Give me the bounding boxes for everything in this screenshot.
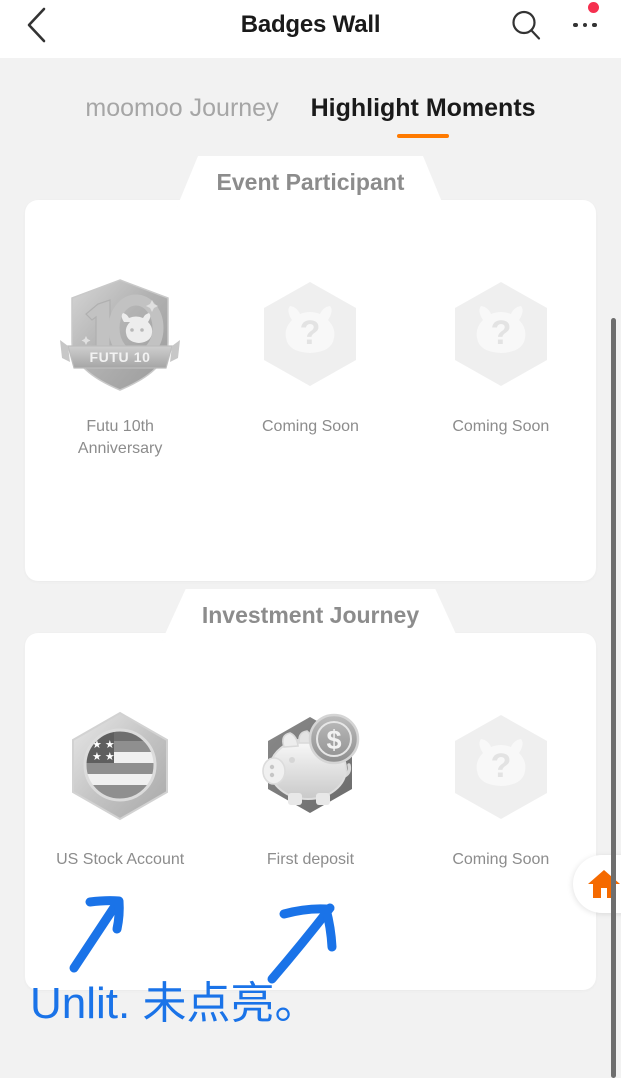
- badge-label: Coming Soon: [452, 418, 550, 435]
- badge-label: Futu 10th Anniversary: [77, 418, 163, 457]
- coming-soon-hexagon-badge-icon: ?: [246, 270, 374, 398]
- badge-item-coming-soon-2[interactable]: ? Coming Soon: [406, 270, 596, 460]
- piggy-bank-hexagon-badge-icon: $: [246, 703, 374, 831]
- badge-label: US Stock Account: [56, 851, 185, 868]
- active-tab-indicator: [397, 134, 450, 138]
- section-card-event-participant: Event Participant FUTU 10 Futu 10th Anni…: [25, 156, 596, 581]
- svg-text:$: $: [327, 725, 342, 755]
- tab-label: moomoo Journey: [85, 94, 279, 122]
- coming-soon-hexagon-badge-icon: ?: [437, 703, 565, 831]
- section-title-investment-journey: Investment Journey: [161, 589, 460, 641]
- futu-10th-shield-badge-icon: FUTU 10: [56, 270, 184, 398]
- badge-item-coming-soon-3[interactable]: ? Coming Soon: [406, 703, 596, 871]
- svg-text:?: ?: [300, 314, 321, 352]
- notification-dot: [588, 2, 599, 13]
- more-options-button[interactable]: [557, 0, 613, 50]
- more-horizontal-icon: [573, 22, 597, 28]
- badge-grid: ★ ★ ★ ★ US Stock Account $ First deposit…: [25, 703, 596, 871]
- svg-text:?: ?: [490, 747, 511, 785]
- tab-bar: moomoo Journey Highlight Moments: [0, 92, 621, 144]
- section-title-event-participant: Event Participant: [176, 156, 445, 208]
- tab-label: Highlight Moments: [310, 94, 536, 122]
- badge-item-first-deposit[interactable]: $ First deposit: [215, 703, 405, 871]
- coming-soon-hexagon-badge-icon: ?: [437, 270, 565, 398]
- badge-item-coming-soon-1[interactable]: ? Coming Soon: [215, 270, 405, 460]
- tab-highlight-moments[interactable]: Highlight Moments: [309, 92, 538, 138]
- search-button[interactable]: [501, 0, 551, 50]
- badge-grid: FUTU 10 Futu 10th Anniversary ? Coming S…: [25, 270, 596, 460]
- tab-moomoo-journey[interactable]: moomoo Journey: [83, 92, 280, 124]
- badge-label: Coming Soon: [262, 418, 359, 435]
- badge-item-us-stock-account[interactable]: ★ ★ ★ ★ US Stock Account: [25, 703, 215, 871]
- app-header: Badges Wall: [0, 0, 621, 58]
- vertical-scrollbar[interactable]: [611, 318, 616, 1078]
- badge-item-futu-10th-anniversary[interactable]: FUTU 10 Futu 10th Anniversary: [25, 270, 215, 460]
- svg-text:FUTU 10: FUTU 10: [90, 349, 151, 365]
- badge-label: First deposit: [266, 851, 355, 868]
- us-flag-hexagon-badge-icon: ★ ★ ★ ★: [56, 703, 184, 831]
- svg-text:★ ★: ★ ★: [92, 751, 115, 763]
- section-card-investment-journey: Investment Journey ★ ★ ★ ★ US Stock Acco…: [25, 589, 596, 990]
- badge-label: Coming Soon: [452, 851, 550, 868]
- svg-text:?: ?: [490, 314, 511, 352]
- search-icon: [512, 10, 541, 40]
